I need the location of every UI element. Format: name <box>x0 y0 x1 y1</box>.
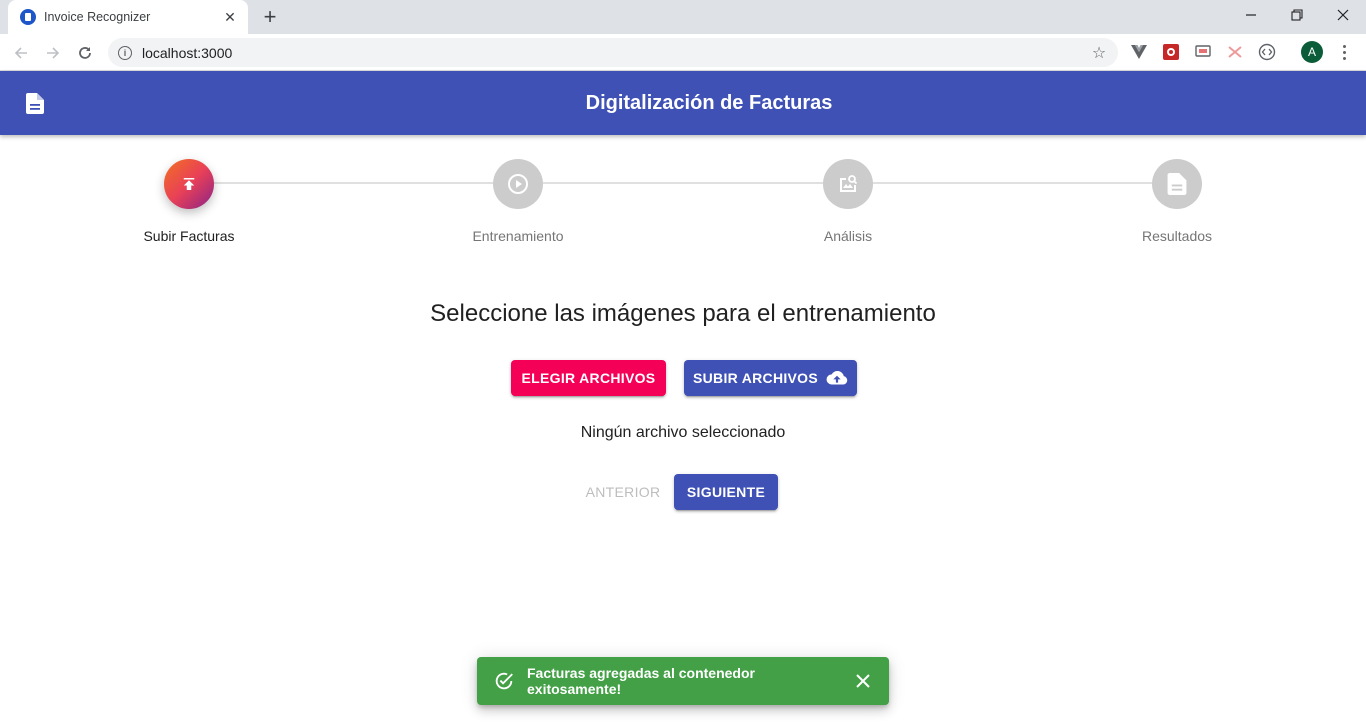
step-analisis[interactable]: Análisis <box>748 159 948 244</box>
tab-close-icon[interactable]: ✕ <box>222 9 238 26</box>
browser-menu-icon[interactable] <box>1334 41 1354 63</box>
upload-files-label: SUBIR ARCHIVOS <box>692 370 819 386</box>
choose-files-label: ELEGIR ARCHIVOS <box>521 370 656 386</box>
step-icon-circle <box>823 159 873 209</box>
play-circle-icon <box>508 174 528 194</box>
check-circle-icon <box>493 670 515 692</box>
close-icon[interactable] <box>851 669 875 693</box>
step-label: Resultados <box>1141 228 1213 244</box>
upload-files-button[interactable]: SUBIR ARCHIVOS <box>684 360 857 396</box>
tab-title: Invoice Recognizer <box>44 10 151 24</box>
browser-tab[interactable]: Invoice Recognizer ✕ <box>8 0 248 34</box>
file-status-text: Ningún archivo seleccionado <box>580 424 786 441</box>
new-tab-button[interactable]: + <box>258 4 282 30</box>
extension-scissors-icon[interactable] <box>1226 43 1244 61</box>
choose-files-button[interactable]: ELEGIR ARCHIVOS <box>511 360 666 396</box>
browser-toolbar: i localhost:3000 ☆ A <box>0 34 1366 71</box>
success-snackbar: Facturas agregadas al contenedor exitosa… <box>477 657 889 705</box>
step-label: Análisis <box>823 228 873 244</box>
next-label: SIGUIENTE <box>686 484 766 500</box>
site-info-icon[interactable]: i <box>118 45 132 60</box>
back-arrow-icon[interactable] <box>8 40 34 66</box>
step-label: Entrenamiento <box>472 228 564 244</box>
browser-tab-strip: Invoice Recognizer ✕ + <box>0 0 1366 34</box>
forward-arrow-icon[interactable] <box>40 40 66 66</box>
back-button[interactable]: ANTERIOR <box>580 474 666 510</box>
section-heading: Seleccione las imágenes para el entrenam… <box>430 300 936 327</box>
step-icon-circle <box>493 159 543 209</box>
upload-icon <box>183 178 195 190</box>
snackbar-message: Facturas agregadas al contenedor exitosa… <box>527 665 755 697</box>
extension-cast-icon[interactable] <box>1194 43 1212 61</box>
step-subir-facturas[interactable]: Subir Facturas <box>89 159 289 244</box>
step-resultados[interactable]: Resultados <box>1077 159 1277 244</box>
close-window-button[interactable] <box>1320 0 1366 30</box>
address-bar[interactable]: i localhost:3000 ☆ <box>108 38 1118 67</box>
favicon-icon <box>20 9 36 25</box>
profile-avatar[interactable]: A <box>1301 41 1323 63</box>
step-label: Subir Facturas <box>143 228 235 244</box>
extension-code-icon[interactable] <box>1258 43 1276 61</box>
step-entrenamiento[interactable]: Entrenamiento <box>418 159 618 244</box>
next-button[interactable]: SIGUIENTE <box>674 474 778 510</box>
step-icon-circle <box>1152 159 1202 209</box>
page-title: Digitalización de Facturas <box>585 92 833 114</box>
url-text: localhost:3000 <box>142 44 233 61</box>
image-search-icon <box>840 175 858 192</box>
cloud-upload-icon <box>826 370 848 385</box>
step-icon-circle <box>164 159 214 209</box>
extension-vue-icon[interactable] <box>1130 43 1148 61</box>
document-icon <box>1167 173 1187 195</box>
minimize-button[interactable] <box>1228 0 1274 30</box>
extension-red-icon[interactable] <box>1162 43 1180 61</box>
reload-icon[interactable] <box>72 40 98 66</box>
bookmark-star-icon[interactable]: ☆ <box>1088 43 1110 63</box>
app-bar: Digitalización de Facturas <box>0 71 1366 135</box>
restore-button[interactable] <box>1274 0 1320 30</box>
stepper: Subir Facturas Entrenamiento Análisis Re… <box>0 135 1366 255</box>
